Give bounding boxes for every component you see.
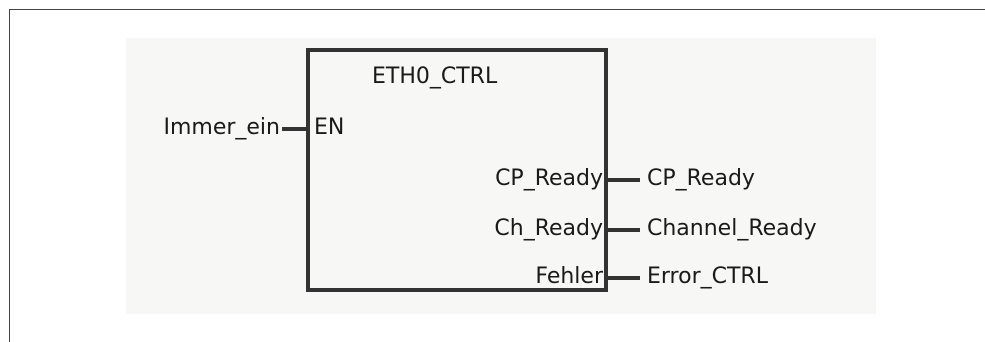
frame-top-border bbox=[9, 9, 985, 10]
output-signal-cp-ready: CP_Ready bbox=[647, 166, 755, 191]
input-signal-label: Immer_ein bbox=[163, 115, 280, 140]
output-signal-channel-ready: Channel_Ready bbox=[647, 216, 817, 241]
output-wire-cp-ready bbox=[607, 178, 640, 182]
input-wire-en bbox=[282, 127, 307, 131]
pin-ch-ready-label: Ch_Ready bbox=[494, 216, 603, 241]
output-signal-error-ctrl: Error_CTRL bbox=[647, 264, 768, 289]
block-title: ETH0_CTRL bbox=[372, 64, 498, 89]
output-wire-channel-ready bbox=[607, 228, 640, 232]
output-wire-error-ctrl bbox=[607, 276, 640, 280]
frame-left-border bbox=[9, 9, 10, 342]
pin-fehler-label: Fehler bbox=[535, 264, 603, 289]
pin-cp-ready-label: CP_Ready bbox=[495, 166, 603, 191]
pin-en-label: EN bbox=[314, 115, 345, 140]
